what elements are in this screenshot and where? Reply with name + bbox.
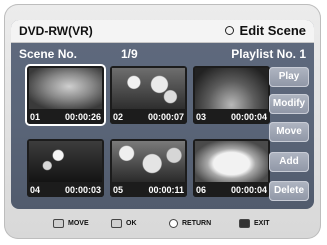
scene-caption: 02 00:00:07 [110, 110, 187, 124]
move-button[interactable]: Move [269, 122, 309, 142]
scene-thumb-04[interactable]: 04 00:00:03 [27, 139, 104, 197]
scene-caption: 05 00:00:11 [110, 183, 187, 197]
move-hint-label: MOVE [68, 220, 89, 227]
circle-icon [224, 26, 234, 35]
ok-icon [111, 219, 122, 228]
scene-caption: 01 00:00:26 [27, 110, 104, 124]
edit-scene-title: Edit Scene [239, 23, 306, 38]
osd-screen: DVD-RW(VR) Edit Scene Scene No. 1/9 Play… [11, 20, 314, 209]
scene-duration: 00:00:26 [64, 112, 101, 122]
play-button[interactable]: Play [269, 67, 309, 87]
scene-thumb-03[interactable]: 03 00:00:04 [193, 66, 270, 124]
footer-hints: MOVE OK RETURN EXIT [11, 213, 314, 233]
scene-number: 02 [113, 112, 124, 122]
scene-caption: 04 00:00:03 [27, 183, 104, 197]
scene-caption: 06 00:00:04 [193, 183, 270, 197]
header-row: Scene No. 1/9 Playlist No. 1 [11, 44, 314, 62]
exit-hint-label: EXIT [254, 220, 270, 227]
ok-hint: OK [111, 219, 137, 228]
scene-thumbnail-image [195, 68, 268, 109]
scene-number: 01 [30, 112, 41, 122]
scene-caption: 03 00:00:04 [193, 110, 270, 124]
scene-thumb-02[interactable]: 02 00:00:07 [110, 66, 187, 124]
return-hint-label: RETURN [182, 220, 212, 227]
move-icon [53, 219, 64, 228]
scene-duration: 00:00:07 [147, 112, 184, 122]
exit-icon [239, 219, 250, 228]
playlist-label: Playlist No. 1 [231, 47, 306, 61]
scene-duration: 00:00:03 [64, 185, 101, 195]
scene-thumbnail-image [29, 68, 102, 109]
scene-number: 06 [196, 185, 207, 195]
scene-thumb-05[interactable]: 05 00:00:11 [110, 139, 187, 197]
title-bar: DVD-RW(VR) Edit Scene [11, 20, 314, 43]
scene-page-count: 1/9 [121, 47, 138, 61]
scene-thumbnail-image [112, 68, 185, 109]
scene-number: 04 [30, 185, 41, 195]
disc-type-label: DVD-RW(VR) [19, 24, 93, 38]
move-hint: MOVE [53, 219, 89, 228]
scene-number: 03 [196, 112, 207, 122]
scene-no-label: Scene No. [19, 47, 78, 61]
exit-hint: EXIT [239, 219, 270, 228]
scene-thumb-01[interactable]: 01 00:00:26 [27, 66, 104, 124]
return-icon [169, 219, 178, 228]
delete-button[interactable]: Delete [269, 181, 309, 201]
scene-thumbnail-image [29, 141, 102, 182]
scene-thumb-06[interactable]: 06 00:00:04 [193, 139, 270, 197]
scene-thumbnail-image [195, 141, 268, 182]
ok-hint-label: OK [126, 220, 137, 227]
modify-button[interactable]: Modify [269, 94, 309, 114]
scene-duration: 00:00:11 [148, 185, 184, 195]
screen-title: Edit Scene [224, 23, 306, 38]
scene-thumbnail-image [112, 141, 185, 182]
add-button[interactable]: Add [269, 152, 309, 172]
scene-duration: 00:00:04 [230, 185, 267, 195]
scene-duration: 00:00:04 [230, 112, 267, 122]
return-hint: RETURN [169, 219, 211, 228]
scene-number: 05 [113, 185, 124, 195]
